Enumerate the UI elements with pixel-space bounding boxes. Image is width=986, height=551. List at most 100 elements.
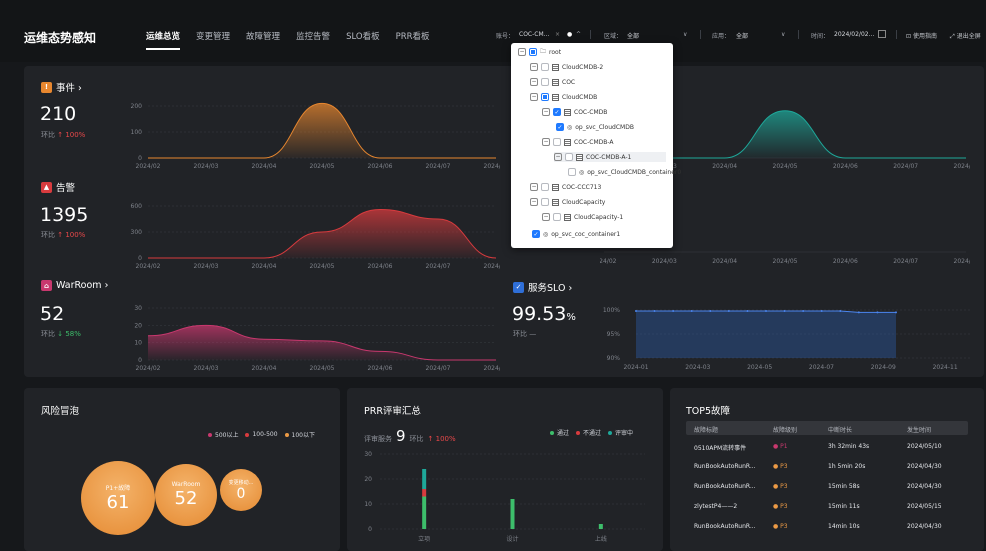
collapse-icon[interactable]: −: [530, 183, 538, 191]
guide-link[interactable]: ⊡ 使用指南: [906, 31, 937, 40]
collapse-icon[interactable]: −: [554, 153, 562, 161]
tree-node[interactable]: − 🗀 root: [518, 47, 561, 57]
x-tick-label: 2024/07: [893, 163, 918, 170]
tree-node[interactable]: − CloudCapacity: [530, 197, 605, 207]
tree-node[interactable]: − COC-CMDB-A-1: [554, 152, 666, 162]
checkbox[interactable]: [553, 138, 561, 146]
tree-node[interactable]: − COC-CMDB-A: [542, 137, 614, 147]
checkbox[interactable]: [565, 153, 573, 161]
database-icon: [552, 198, 559, 206]
database-icon: [552, 78, 559, 86]
time-range-input[interactable]: 2024/02/02...: [834, 31, 874, 38]
x-tick-label: 2024/08: [954, 258, 970, 265]
data-point: [672, 309, 675, 312]
app-select[interactable]: 全部: [736, 31, 748, 40]
collapse-icon[interactable]: −: [530, 63, 538, 71]
nav-change-mgmt[interactable]: 变更管理: [196, 30, 230, 42]
prr-legend: 通过 不通过 评审中: [550, 428, 633, 437]
checkbox[interactable]: [541, 78, 549, 86]
nav-slo-board[interactable]: SLO看板: [346, 30, 380, 42]
clear-icon[interactable]: ×: [555, 31, 560, 38]
collapse-icon[interactable]: −: [542, 108, 550, 116]
tree-node[interactable]: − COC: [530, 77, 575, 87]
ratio-label: 环比: [41, 231, 55, 239]
checkbox[interactable]: ✓: [553, 108, 561, 116]
legend-item[interactable]: 500以上: [208, 430, 238, 439]
tree-label: op_svc_coc_container1: [551, 230, 621, 238]
collapse-icon[interactable]: −: [530, 198, 538, 206]
checkbox[interactable]: [541, 93, 549, 101]
bar-通过[interactable]: [598, 524, 603, 529]
x-tick-label: 2024/05: [773, 258, 798, 265]
legend-item[interactable]: 通过: [550, 428, 569, 437]
checkbox[interactable]: [529, 48, 537, 56]
warroom-title[interactable]: ⌂ WarRoom ›: [41, 280, 108, 291]
nav-incident-mgmt[interactable]: 故障管理: [246, 30, 280, 42]
chevron-down-icon[interactable]: ∨: [683, 31, 687, 38]
chevron-down-icon[interactable]: ∨: [781, 31, 785, 38]
legend-item[interactable]: 100以下: [284, 430, 315, 439]
tree-node[interactable]: − CloudCapacity-1: [542, 212, 623, 222]
nav-prr-board[interactable]: PRR看板: [396, 30, 430, 42]
tree-node[interactable]: ◎ op_svc_CloudCMDB_container0: [568, 167, 681, 177]
collapse-icon[interactable]: −: [530, 93, 538, 101]
alarms-right-chart-axis: 2024/02 2024/03 2024/04 2024/05 2024/06 2024/…: [600, 251, 970, 265]
alarms-title[interactable]: ▲ 告警: [41, 180, 75, 194]
nav-monitoring-alarms[interactable]: 监控告警: [296, 30, 330, 42]
top5-title: TOP5故障: [686, 406, 731, 417]
brand-title: 运维态势感知: [24, 31, 97, 45]
incidents-title[interactable]: ! 事件 ›: [41, 80, 82, 94]
collapse-icon[interactable]: −: [542, 213, 550, 221]
y-tick-label: 200: [131, 103, 143, 110]
chevron-up-icon[interactable]: ^: [576, 31, 581, 38]
collapse-icon[interactable]: −: [530, 78, 538, 86]
fault-title: zlytestP4——2: [694, 503, 738, 510]
bubble-label: 变更移动...: [228, 479, 254, 486]
data-point: [895, 311, 897, 314]
bar-通过[interactable]: [422, 496, 427, 530]
tree-node[interactable]: − CloudCMDB-2: [530, 62, 603, 72]
legend-item[interactable]: 100-500: [245, 430, 278, 439]
slo-chart: 90% 95% 100% 2024-01 2024-03 2024-05 2024-07 20…: [603, 307, 972, 371]
tree-node[interactable]: − ✓ COC-CMDB: [542, 107, 607, 117]
slo-title[interactable]: ✓ 服务SLO ›: [513, 280, 572, 294]
risk-bubble-warroom[interactable]: WarRoom 52: [155, 464, 217, 526]
data-point: [746, 309, 749, 312]
account-select[interactable]: COC-CM...: [519, 31, 549, 38]
collapse-icon[interactable]: −: [518, 48, 526, 56]
tree-label: root: [549, 48, 562, 56]
tree-node[interactable]: ✓ ◎ op_svc_coc_container1: [532, 229, 620, 239]
tree-node[interactable]: ✓ ◎ op_svc_CloudCMDB: [556, 122, 634, 132]
region-select[interactable]: 全部: [627, 31, 639, 40]
checkbox[interactable]: [541, 183, 549, 191]
ratio-value: ↓ 58%: [57, 330, 81, 338]
tree-node[interactable]: − COC-CCC713: [530, 182, 601, 192]
tree-node[interactable]: − CloudCMDB: [530, 92, 597, 102]
nav-ops-overview[interactable]: 运维总览: [146, 30, 180, 42]
account-tree-dropdown[interactable]: − 🗀 root − CloudCMDB-2 − COC − CloudCMDB − ✓ CO…: [511, 43, 681, 248]
x-tick-label: 2024/03: [194, 365, 219, 372]
checkbox[interactable]: ✓: [532, 230, 540, 238]
collapse-icon[interactable]: −: [542, 138, 550, 146]
legend-item[interactable]: 不通过: [576, 428, 601, 437]
legend-label: 不通过: [583, 430, 602, 437]
legend-item[interactable]: 评审中: [608, 428, 633, 437]
risk-bubble-p1[interactable]: P1+故障 61: [81, 461, 155, 535]
checkbox[interactable]: [541, 63, 549, 71]
calendar-icon[interactable]: [878, 30, 886, 38]
checkbox[interactable]: [568, 168, 576, 176]
checkbox[interactable]: [541, 198, 549, 206]
database-icon: [564, 138, 571, 146]
exit-fullscreen-button[interactable]: ⤢ 退出全屏: [950, 31, 981, 41]
bar-不通过[interactable]: [422, 489, 427, 497]
risk-bubble-change[interactable]: 变更移动... 0: [220, 469, 262, 511]
bar-通过[interactable]: [510, 499, 515, 529]
x-tick-label: 设计: [506, 535, 518, 543]
fault-duration: 15min 11s: [828, 503, 860, 510]
x-tick-label: 2024-09: [871, 364, 896, 371]
ratio-value: —: [529, 330, 537, 338]
col-time: 发生时间: [907, 427, 932, 434]
bar-评审中[interactable]: [422, 469, 427, 489]
checkbox[interactable]: ✓: [556, 123, 564, 131]
checkbox[interactable]: [553, 213, 561, 221]
